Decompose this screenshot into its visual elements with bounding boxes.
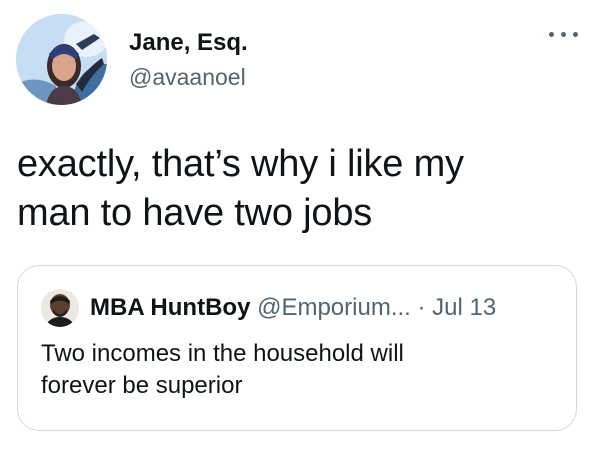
tweet-text: exactly, that’s why i like my man to hav…	[17, 140, 577, 238]
more-options-icon	[561, 32, 566, 37]
quoted-tweet-text: Two incomes in the household will foreve…	[41, 338, 551, 402]
quoted-author-avatar[interactable]	[41, 289, 79, 327]
avatar-photo-icon	[16, 14, 107, 105]
quoted-author-name[interactable]: MBA HuntBoy	[90, 294, 250, 321]
quoted-text-line: Two incomes in the household will	[41, 340, 404, 367]
author-avatar[interactable]	[16, 14, 107, 105]
more-options-button[interactable]	[546, 22, 582, 46]
author-handle[interactable]: @avaanoel	[129, 63, 246, 91]
quoted-avatar-photo-icon	[41, 289, 79, 327]
tweet-text-line: man to have two jobs	[17, 192, 373, 234]
more-options-icon	[549, 32, 554, 37]
quoted-tweet-date[interactable]: Jul 13	[432, 294, 496, 321]
quoted-tweet-card[interactable]: MBA HuntBoy @Emporium... · Jul 13 Two in…	[17, 265, 577, 431]
quoted-author-handle[interactable]: @Emporium...	[257, 294, 411, 321]
separator-dot: ·	[417, 294, 426, 321]
quoted-text-line: forever be superior	[41, 372, 243, 399]
author-name[interactable]: Jane, Esq.	[129, 29, 248, 57]
quoted-tweet-header: MBA HuntBoy @Emporium... · Jul 13	[90, 293, 496, 323]
tweet-text-line: exactly, that’s why i like my	[17, 143, 464, 185]
more-options-icon	[573, 32, 578, 37]
